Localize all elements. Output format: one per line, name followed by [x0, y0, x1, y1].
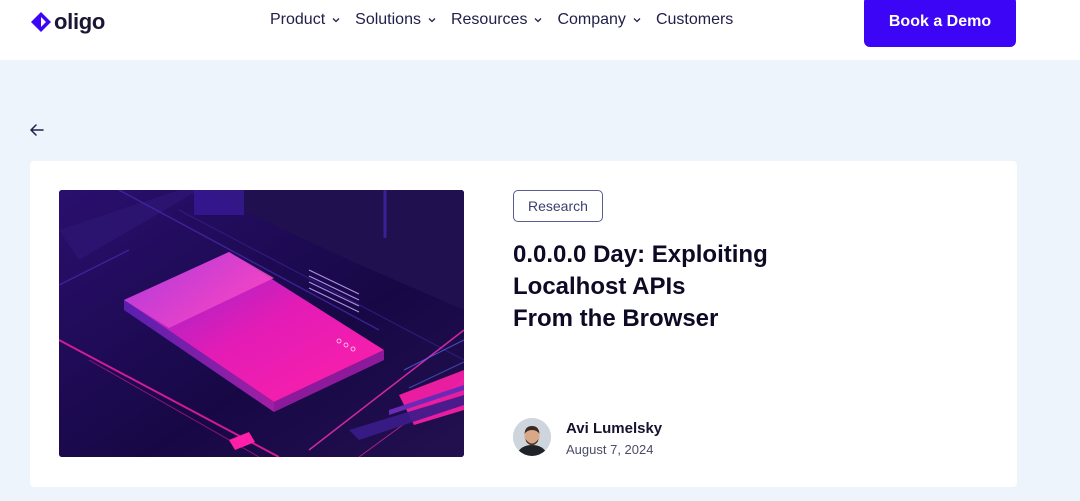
article-hero-image: [59, 190, 464, 457]
nav-item-company[interactable]: Company: [557, 11, 641, 29]
chevron-down-icon: [633, 18, 641, 23]
top-navigation-bar: oligo Product Solutions Resources Compan…: [0, 0, 1080, 60]
article-title-line: Localhost APIs: [513, 273, 686, 300]
category-tag[interactable]: Research: [513, 190, 603, 222]
nav-item-product[interactable]: Product: [270, 11, 341, 29]
article-title-line: From the Browser: [513, 305, 719, 332]
article-title[interactable]: 0.0.0.0 Day: Exploiting Localhost APIs F…: [513, 239, 843, 335]
nav-item-resources[interactable]: Resources: [451, 11, 543, 29]
nav-item-customers[interactable]: Customers: [656, 11, 733, 29]
nav-item-label: Customers: [655, 11, 734, 28]
hero-illustration: [59, 190, 464, 457]
oligo-logo-icon: [31, 12, 51, 32]
nav-item-label: Company: [557, 11, 626, 28]
nav-item-solutions[interactable]: Solutions: [355, 11, 437, 29]
book-demo-button[interactable]: Book a Demo: [864, 0, 1016, 47]
chevron-down-icon: [428, 18, 436, 23]
nav-item-label: Resources: [450, 11, 528, 28]
chevron-down-icon: [534, 18, 542, 23]
logo-text: oligo: [54, 9, 106, 34]
publish-date: August 7, 2024: [566, 442, 654, 457]
nav-item-label: Product: [270, 11, 326, 28]
author-avatar-image: [513, 418, 551, 456]
oligo-logo[interactable]: oligo: [30, 9, 106, 34]
author-name[interactable]: Avi Lumelsky: [566, 420, 662, 437]
main-nav: Product Solutions Resources Company Cust…: [270, 11, 747, 29]
article-title-line: 0.0.0.0 Day: Exploiting: [513, 241, 768, 268]
nav-item-label: Solutions: [355, 11, 421, 28]
arrow-left-icon[interactable]: [28, 121, 46, 139]
article-card[interactable]: Research 0.0.0.0 Day: Exploiting Localho…: [30, 161, 1017, 487]
chevron-down-icon: [332, 18, 340, 23]
author-avatar: [513, 418, 551, 456]
